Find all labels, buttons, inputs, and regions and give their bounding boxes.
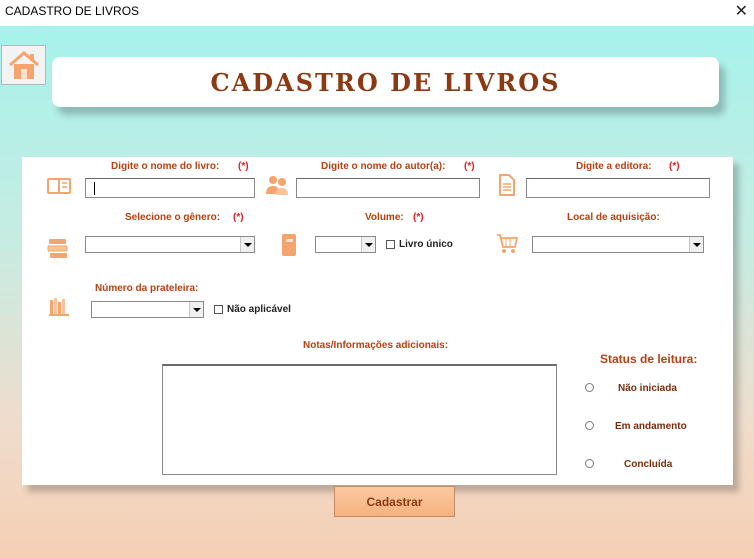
authors-icon bbox=[266, 176, 288, 195]
text-caret bbox=[94, 182, 95, 195]
genre-required: (*) bbox=[233, 212, 244, 223]
volume-label: Volume: bbox=[365, 212, 404, 223]
status-radio-completed[interactable] bbox=[585, 459, 594, 468]
reading-status-title: Status de leitura: bbox=[600, 352, 698, 366]
author-name-label: Digite o nome do autor(a): bbox=[321, 161, 446, 172]
chevron-down-icon[interactable] bbox=[189, 302, 203, 317]
document-icon bbox=[499, 174, 515, 196]
form-client-area: CADASTRO DE LIVROS Digite o nome do livr… bbox=[0, 26, 754, 558]
shelf-number-label: Número da prateleira: bbox=[95, 283, 199, 294]
publisher-input[interactable] bbox=[526, 178, 710, 198]
status-radio-not-started[interactable] bbox=[585, 383, 594, 392]
status-label-completed: Concluída bbox=[624, 459, 673, 470]
single-book-checkbox[interactable] bbox=[386, 240, 395, 249]
title-banner: CADASTRO DE LIVROS bbox=[52, 57, 719, 107]
form-panel: Digite o nome do livro: (*) Digite o nom… bbox=[22, 157, 733, 485]
status-label-in-progress: Em andamento bbox=[615, 421, 687, 432]
volume-select[interactable] bbox=[315, 236, 376, 253]
books-stack-icon bbox=[47, 239, 68, 258]
window-titlebar: CADASTRO DE LIVROS ✕ bbox=[0, 0, 754, 26]
book-name-required: (*) bbox=[238, 161, 249, 172]
home-icon bbox=[8, 51, 39, 79]
window-title: CADASTRO DE LIVROS bbox=[5, 4, 140, 18]
home-button[interactable] bbox=[1, 45, 46, 85]
genre-select[interactable] bbox=[85, 236, 255, 253]
publisher-label: Digite a editora: bbox=[576, 161, 652, 172]
book-icon bbox=[47, 178, 71, 194]
book-name-input[interactable] bbox=[85, 178, 255, 198]
register-button[interactable]: Cadastrar bbox=[334, 486, 455, 517]
author-name-required: (*) bbox=[464, 161, 475, 172]
status-radio-in-progress[interactable] bbox=[585, 421, 594, 430]
single-book-label: Livro único bbox=[399, 239, 453, 250]
not-applicable-label: Não aplicável bbox=[227, 304, 291, 315]
acquisition-place-label: Local de aquisição: bbox=[567, 212, 660, 223]
notes-label: Notas/Informações adicionais: bbox=[303, 340, 449, 351]
genre-label: Selecione o gênero: bbox=[125, 212, 221, 223]
chevron-down-icon[interactable] bbox=[361, 237, 375, 252]
notes-textarea[interactable] bbox=[162, 364, 557, 475]
bookshelf-icon bbox=[49, 298, 69, 316]
chevron-down-icon[interactable] bbox=[240, 237, 254, 252]
chevron-down-icon[interactable] bbox=[689, 237, 703, 252]
not-applicable-checkbox[interactable] bbox=[214, 305, 223, 314]
page-title: CADASTRO DE LIVROS bbox=[210, 67, 561, 97]
acquisition-place-select[interactable] bbox=[532, 236, 704, 253]
status-label-not-started: Não iniciada bbox=[618, 383, 677, 394]
shopping-cart-icon bbox=[497, 234, 518, 253]
window-close-button[interactable]: ✕ bbox=[735, 1, 748, 20]
volume-required: (*) bbox=[413, 212, 424, 223]
shelf-number-select[interactable] bbox=[91, 301, 204, 318]
book-name-label: Digite o nome do livro: bbox=[111, 161, 220, 172]
author-name-input[interactable] bbox=[296, 178, 480, 198]
publisher-required: (*) bbox=[669, 161, 680, 172]
notebook-icon bbox=[282, 234, 296, 256]
